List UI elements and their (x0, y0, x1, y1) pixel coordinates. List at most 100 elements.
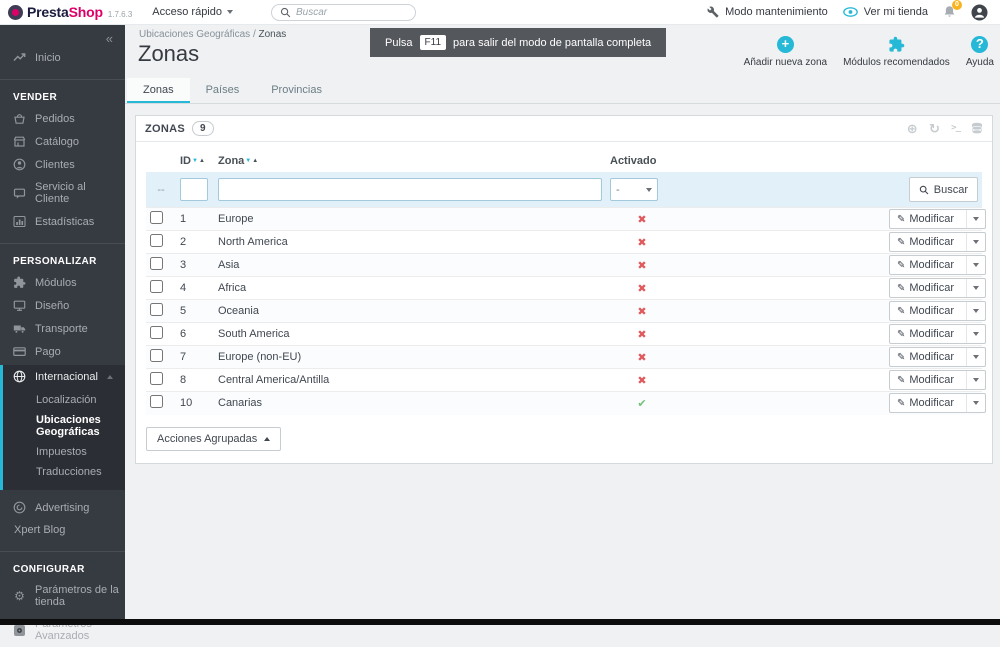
modify-dropdown-toggle[interactable] (966, 302, 985, 320)
sidebar-section-personalizar: PERSONALIZAR (13, 256, 97, 267)
add-zone-button[interactable]: + Añadir nueva zona (744, 36, 827, 68)
quick-access-menu[interactable]: Acceso rápido (152, 6, 233, 18)
sidebar-item-ubicaciones-geograficas[interactable]: Ubicaciones Geográficas (0, 410, 125, 442)
status-icon[interactable]: ✔ (637, 398, 646, 410)
sidebar-item-catalogo[interactable]: Catálogo (0, 130, 125, 153)
wrench-icon (707, 6, 719, 18)
sidebar-item-traducciones[interactable]: Traducciones (0, 462, 125, 482)
modify-button[interactable]: ✎ Modificar (889, 393, 987, 414)
modify-dropdown-toggle[interactable] (966, 233, 985, 251)
status-icon[interactable]: ✖ (637, 375, 646, 387)
pencil-icon: ✎ (897, 374, 906, 386)
sidebar-item-parametros-tienda[interactable]: ⚙ Parámetros de la tienda (0, 579, 125, 613)
sidebar-item-pedidos[interactable]: Pedidos (0, 107, 125, 130)
modify-dropdown-toggle[interactable] (966, 348, 985, 366)
row-checkbox[interactable] (150, 280, 163, 293)
status-icon[interactable]: ✖ (637, 214, 646, 226)
terminal-icon[interactable]: >_ (951, 122, 961, 135)
filter-zone-input[interactable] (218, 178, 602, 201)
sidebar-item-xpert-blog[interactable]: Xpert Blog (0, 519, 125, 541)
modify-button[interactable]: ✎ Modificar (889, 232, 987, 252)
sidebar-item-advertising[interactable]: Advertising (0, 496, 125, 519)
row-checkbox[interactable] (150, 349, 163, 362)
sort-desc-icon[interactable]: ▼ (192, 158, 198, 164)
modify-button[interactable]: ✎ Modificar (889, 301, 987, 321)
zone-id: 7 (180, 351, 187, 363)
row-checkbox[interactable] (150, 257, 163, 270)
sidebar-item-localizacion[interactable]: Localización (0, 390, 125, 410)
add-icon[interactable]: ⊕ (907, 122, 918, 135)
status-icon[interactable]: ✖ (637, 329, 646, 341)
row-checkbox[interactable] (150, 303, 163, 316)
sidebar-item-pago[interactable]: Pago (0, 340, 125, 363)
row-checkbox[interactable] (150, 234, 163, 247)
status-icon[interactable]: ✖ (637, 352, 646, 364)
sort-asc-icon[interactable]: ▲ (252, 158, 258, 164)
sidebar-item-inicio[interactable]: Inicio (0, 46, 125, 69)
sidebar-collapse-button[interactable]: « (0, 25, 125, 46)
row-checkbox[interactable] (150, 326, 163, 339)
modify-dropdown-toggle[interactable] (966, 279, 985, 297)
fullscreen-toast: Pulsa F11 para salir del modo de pantall… (370, 28, 667, 57)
status-icon[interactable]: ✖ (637, 237, 646, 249)
modify-dropdown-toggle[interactable] (966, 325, 985, 343)
tab-paises[interactable]: Países (190, 78, 256, 103)
sidebar-item-impuestos[interactable]: Impuestos (0, 442, 125, 462)
sort-asc-icon[interactable]: ▲ (199, 158, 205, 164)
bulk-actions-button[interactable]: Acciones Agrupadas (146, 426, 282, 451)
modify-dropdown-toggle[interactable] (966, 210, 985, 228)
modify-button[interactable]: ✎ Modificar (889, 370, 987, 390)
tab-zonas[interactable]: Zonas (127, 78, 190, 103)
zone-name: Africa (218, 282, 247, 294)
modify-dropdown-toggle[interactable] (966, 394, 985, 413)
breadcrumb-parent[interactable]: Ubicaciones Geográficas (139, 29, 250, 40)
status-icon[interactable]: ✖ (637, 260, 646, 272)
modify-button[interactable]: ✎ Modificar (889, 255, 987, 275)
sidebar-item-servicio[interactable]: Servicio al Cliente (0, 176, 125, 210)
profile-menu[interactable] (971, 4, 988, 21)
sidebar-group-internacional: Internacional Localización Ubicaciones G… (0, 365, 125, 490)
modify-button[interactable]: ✎ Modificar (889, 347, 987, 367)
modify-dropdown-toggle[interactable] (966, 256, 985, 274)
modify-dropdown-toggle[interactable] (966, 371, 985, 389)
prestashop-logo[interactable]: Presta Shop 1.7.6.3 (8, 4, 132, 20)
search-input[interactable] (296, 6, 407, 18)
filter-activado-select[interactable]: - (610, 178, 658, 201)
zones-panel: ZONAS 9 ⊕ ↻ >_ ID▼▲ Zona▼▲ Activado -- -… (135, 115, 993, 464)
sort-desc-icon[interactable]: ▼ (245, 158, 251, 164)
modify-button[interactable]: ✎ Modificar (889, 278, 987, 298)
row-checkbox[interactable] (150, 395, 163, 409)
global-search[interactable] (271, 3, 416, 21)
maintenance-mode-link[interactable]: Modo mantenimiento (707, 6, 828, 18)
tab-provincias[interactable]: Provincias (255, 78, 338, 103)
modify-button[interactable]: ✎ Modificar (889, 324, 987, 344)
row-checkbox[interactable] (150, 211, 163, 224)
plus-circle-icon: + (776, 36, 794, 53)
status-icon[interactable]: ✖ (637, 283, 646, 295)
sidebar-item-modulos[interactable]: Módulos (0, 271, 125, 294)
sidebar-item-estadisticas[interactable]: Estadísticas (0, 210, 125, 233)
status-icon[interactable]: ✖ (637, 306, 646, 318)
customer-icon (13, 158, 26, 171)
sidebar-item-diseno[interactable]: Diseño (0, 294, 125, 317)
modify-button[interactable]: ✎ Modificar (889, 209, 987, 229)
row-checkbox[interactable] (150, 372, 163, 385)
search-button[interactable]: Buscar (908, 177, 978, 202)
pencil-icon: ✎ (897, 282, 906, 294)
notifications-button[interactable]: 0 (943, 0, 962, 19)
zone-name: Oceania (218, 305, 259, 317)
column-header-zona[interactable]: Zona▼▲ (214, 150, 606, 172)
sidebar-item-clientes[interactable]: Clientes (0, 153, 125, 176)
filter-id-input[interactable] (180, 178, 208, 201)
help-button[interactable]: ? Ayuda (966, 36, 994, 68)
recommended-modules-button[interactable]: Módulos recomendados (843, 36, 950, 68)
brand-shop: Shop (68, 4, 103, 20)
sidebar-item-label: Diseño (35, 299, 70, 312)
chat-icon (13, 187, 26, 200)
sidebar-item-internacional[interactable]: Internacional (0, 365, 125, 388)
database-icon[interactable] (971, 122, 983, 135)
view-shop-link[interactable]: Ver mi tienda (842, 6, 928, 18)
column-header-id[interactable]: ID▼▲ (176, 150, 214, 172)
refresh-icon[interactable]: ↻ (929, 122, 940, 135)
sidebar-item-transporte[interactable]: Transporte (0, 317, 125, 340)
